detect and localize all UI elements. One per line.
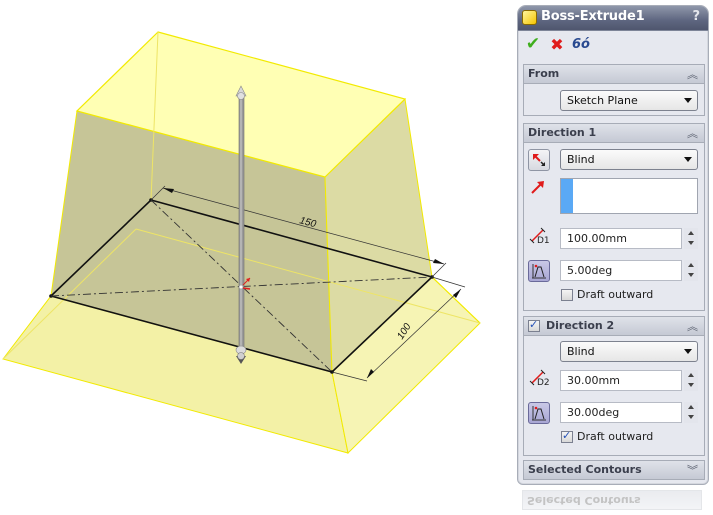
dropdown-arrow-icon xyxy=(684,157,692,162)
cancel-button[interactable]: ✖ xyxy=(548,34,566,54)
depth-label-d2: D2 xyxy=(537,378,550,388)
x-icon: ✖ xyxy=(550,34,564,54)
ok-button[interactable]: ✔ xyxy=(524,34,542,54)
direction2-draft-outward-label: Draft outward xyxy=(577,430,654,443)
direction1-end-condition-value: Blind xyxy=(567,153,595,166)
direction1-depth-spinner[interactable] xyxy=(684,228,698,249)
direction2-end-condition-select[interactable]: Blind xyxy=(560,341,698,362)
direction2-enable-checkbox[interactable] xyxy=(528,318,540,332)
selected-contours-title: Selected Contours xyxy=(528,463,642,476)
direction2-draft-outward-checkbox[interactable] xyxy=(561,429,573,443)
direction2-depth-spinner[interactable] xyxy=(684,370,698,391)
draft-icon xyxy=(532,264,546,279)
from-group: From ︽ Sketch Plane xyxy=(523,64,705,116)
collapse-chevron-icon[interactable]: ︽ xyxy=(687,318,698,334)
from-group-header[interactable]: From ︽ xyxy=(524,65,704,84)
spin-up-icon[interactable] xyxy=(688,405,694,409)
spin-down-icon[interactable] xyxy=(688,383,694,387)
checkmark-icon: ✔ xyxy=(525,34,541,54)
direction2-end-condition-value: Blind xyxy=(567,345,595,358)
direction2-group-header[interactable]: Direction 2 ︽ xyxy=(524,317,704,336)
direction1-draft-toggle[interactable] xyxy=(528,260,550,282)
direction1-draft-angle-value: 5.00deg xyxy=(567,264,613,277)
panel-title: Boss-Extrude1 xyxy=(541,9,645,24)
spin-down-icon[interactable] xyxy=(688,241,694,245)
selection-focus-indicator xyxy=(561,179,573,213)
direction2-draft-angle-value: 30.00deg xyxy=(567,406,620,419)
reflection-text: Selected Contours xyxy=(527,494,641,507)
spin-down-icon[interactable] xyxy=(688,415,694,419)
detailed-preview-button[interactable]: 6ó xyxy=(572,35,590,53)
dropdown-arrow-icon xyxy=(684,98,692,103)
direction1-group-title: Direction 1 xyxy=(528,126,597,139)
collapse-chevron-icon[interactable]: ︽ xyxy=(687,66,698,82)
direction2-depth-value: 30.00mm xyxy=(567,374,620,387)
from-group-title: From xyxy=(528,67,560,80)
direction-vector-icon xyxy=(531,181,544,194)
spin-down-icon[interactable] xyxy=(688,273,694,277)
property-manager-panel: Boss-Extrude1 ? ✔ ✖ 6ó From ︽ Sketch Pla… xyxy=(517,5,709,485)
direction2-draft-angle-spinner[interactable] xyxy=(684,402,698,423)
direction1-group-header[interactable]: Direction 1 ︽ xyxy=(524,124,704,143)
direction1-draft-angle-input[interactable]: 5.00deg xyxy=(560,260,682,281)
direction1-end-condition-select[interactable]: Blind xyxy=(560,149,698,170)
direction2-draft-angle-input[interactable]: 30.00deg xyxy=(560,402,682,423)
model-view[interactable]: 150 100 xyxy=(0,0,510,515)
direction1-depth-value: 100.00mm xyxy=(567,232,627,245)
collapse-chevron-icon[interactable]: ︽ xyxy=(687,125,698,141)
reverse-direction-icon xyxy=(533,154,545,166)
glasses-icon: 6ó xyxy=(572,36,590,52)
depth-label-d1: D1 xyxy=(537,236,550,246)
direction2-depth-input[interactable]: 30.00mm xyxy=(560,370,682,391)
graphics-viewport[interactable]: 150 100 xyxy=(0,0,510,515)
direction1-draft-outward-label: Draft outward xyxy=(577,288,654,301)
spin-up-icon[interactable] xyxy=(688,263,694,267)
panel-title-bar: Boss-Extrude1 ? xyxy=(518,6,708,31)
panel-reflection: Selected Contours xyxy=(522,486,702,510)
action-buttons: ✔ ✖ 6ó xyxy=(524,34,590,54)
direction2-draft-toggle[interactable] xyxy=(528,402,550,424)
help-button[interactable]: ? xyxy=(692,9,700,24)
spin-up-icon[interactable] xyxy=(688,231,694,235)
direction1-depth-input[interactable]: 100.00mm xyxy=(560,228,682,249)
expand-chevron-icon[interactable]: ︾ xyxy=(687,462,698,478)
direction1-group: Direction 1 ︽ Blind D1 100.00mm 5.00deg … xyxy=(523,123,705,311)
direction1-draft-angle-spinner[interactable] xyxy=(684,260,698,281)
direction1-draft-outward-checkbox[interactable] xyxy=(561,289,573,301)
direction-reference-selection-box[interactable] xyxy=(560,178,698,214)
direction2-group: Direction 2 ︽ Blind D2 30.00mm 30.00deg … xyxy=(523,316,705,456)
reverse-direction-button[interactable] xyxy=(528,149,550,171)
start-condition-select[interactable]: Sketch Plane xyxy=(560,90,698,111)
draft-icon xyxy=(532,406,546,421)
selected-contours-group: Selected Contours ︾ xyxy=(523,460,705,480)
direction2-group-title: Direction 2 xyxy=(546,319,615,332)
start-condition-value: Sketch Plane xyxy=(567,94,638,107)
dropdown-arrow-icon xyxy=(684,349,692,354)
selected-contours-header[interactable]: Selected Contours ︾ xyxy=(524,461,704,479)
spin-up-icon[interactable] xyxy=(688,373,694,377)
boss-extrude-icon xyxy=(522,10,537,25)
